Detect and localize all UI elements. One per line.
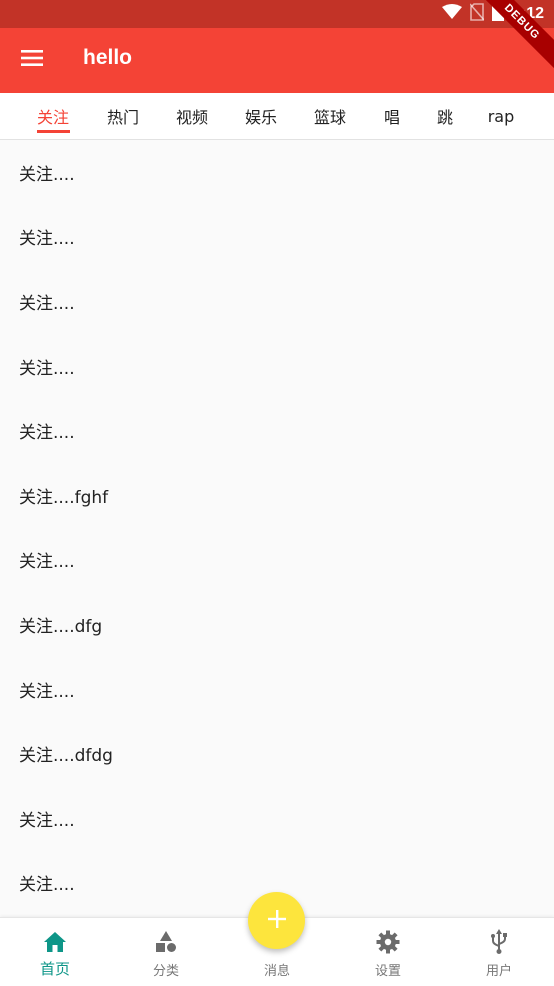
app-title: hello xyxy=(83,46,133,69)
app-bar: hello xyxy=(0,28,554,93)
app-screen: 7:12 DEBUG hello 关注 热门 视频 娱乐 篮球 唱 跳 rap xyxy=(0,0,554,986)
category-icon xyxy=(153,929,179,955)
usb-icon xyxy=(486,929,512,955)
list-item[interactable]: 关注.... xyxy=(0,398,554,463)
tab-video[interactable]: 视频 xyxy=(169,93,215,139)
add-fab[interactable] xyxy=(248,892,305,949)
list-item[interactable]: 关注.... xyxy=(0,334,554,399)
list-item[interactable]: 关注....dfg xyxy=(0,592,554,657)
nav-label-user: 用户 xyxy=(485,964,512,979)
list-item[interactable]: 关注.... xyxy=(0,786,554,851)
menu-button[interactable] xyxy=(14,42,50,78)
nav-label-messages: 消息 xyxy=(263,964,290,979)
list-item[interactable]: 关注....fghf xyxy=(0,463,554,528)
tab-bar: 关注 热门 视频 娱乐 篮球 唱 跳 rap xyxy=(0,93,554,140)
list-item[interactable]: 关注.... xyxy=(0,269,554,334)
no-sim-icon xyxy=(469,3,485,25)
tab-basketball[interactable]: 篮球 xyxy=(307,93,353,139)
wifi-icon xyxy=(441,4,462,24)
tab-popular[interactable]: 热门 xyxy=(100,93,146,139)
home-icon xyxy=(42,929,68,955)
tab-dance[interactable]: 跳 xyxy=(430,93,460,139)
gear-icon xyxy=(375,929,401,955)
menu-icon xyxy=(20,49,44,71)
nav-item-user[interactable]: 用户 xyxy=(444,918,554,986)
list-item[interactable]: 关注.... xyxy=(0,657,554,722)
nav-label-home: 首页 xyxy=(39,960,70,978)
tab-sing[interactable]: 唱 xyxy=(377,93,407,139)
nav-item-settings[interactable]: 设置 xyxy=(333,918,443,986)
nav-label-category: 分类 xyxy=(152,964,179,979)
add-icon xyxy=(267,909,287,933)
tab-rap[interactable]: rap xyxy=(482,93,520,139)
content-list: 关注.... 关注.... 关注.... 关注.... 关注.... 关注...… xyxy=(0,140,554,915)
tab-entertainment[interactable]: 娱乐 xyxy=(238,93,284,139)
status-bar: 7:12 xyxy=(0,0,554,28)
tab-indicator xyxy=(37,130,70,133)
list-item[interactable]: 关注.... xyxy=(0,140,554,205)
list-item[interactable]: 关注.... xyxy=(0,528,554,593)
nav-item-home[interactable]: 首页 xyxy=(0,918,110,986)
nav-item-category[interactable]: 分类 xyxy=(111,918,221,986)
list-item[interactable]: 关注.... xyxy=(0,205,554,270)
list-item[interactable]: 关注....dfdg xyxy=(0,721,554,786)
nav-label-settings: 设置 xyxy=(374,964,401,979)
